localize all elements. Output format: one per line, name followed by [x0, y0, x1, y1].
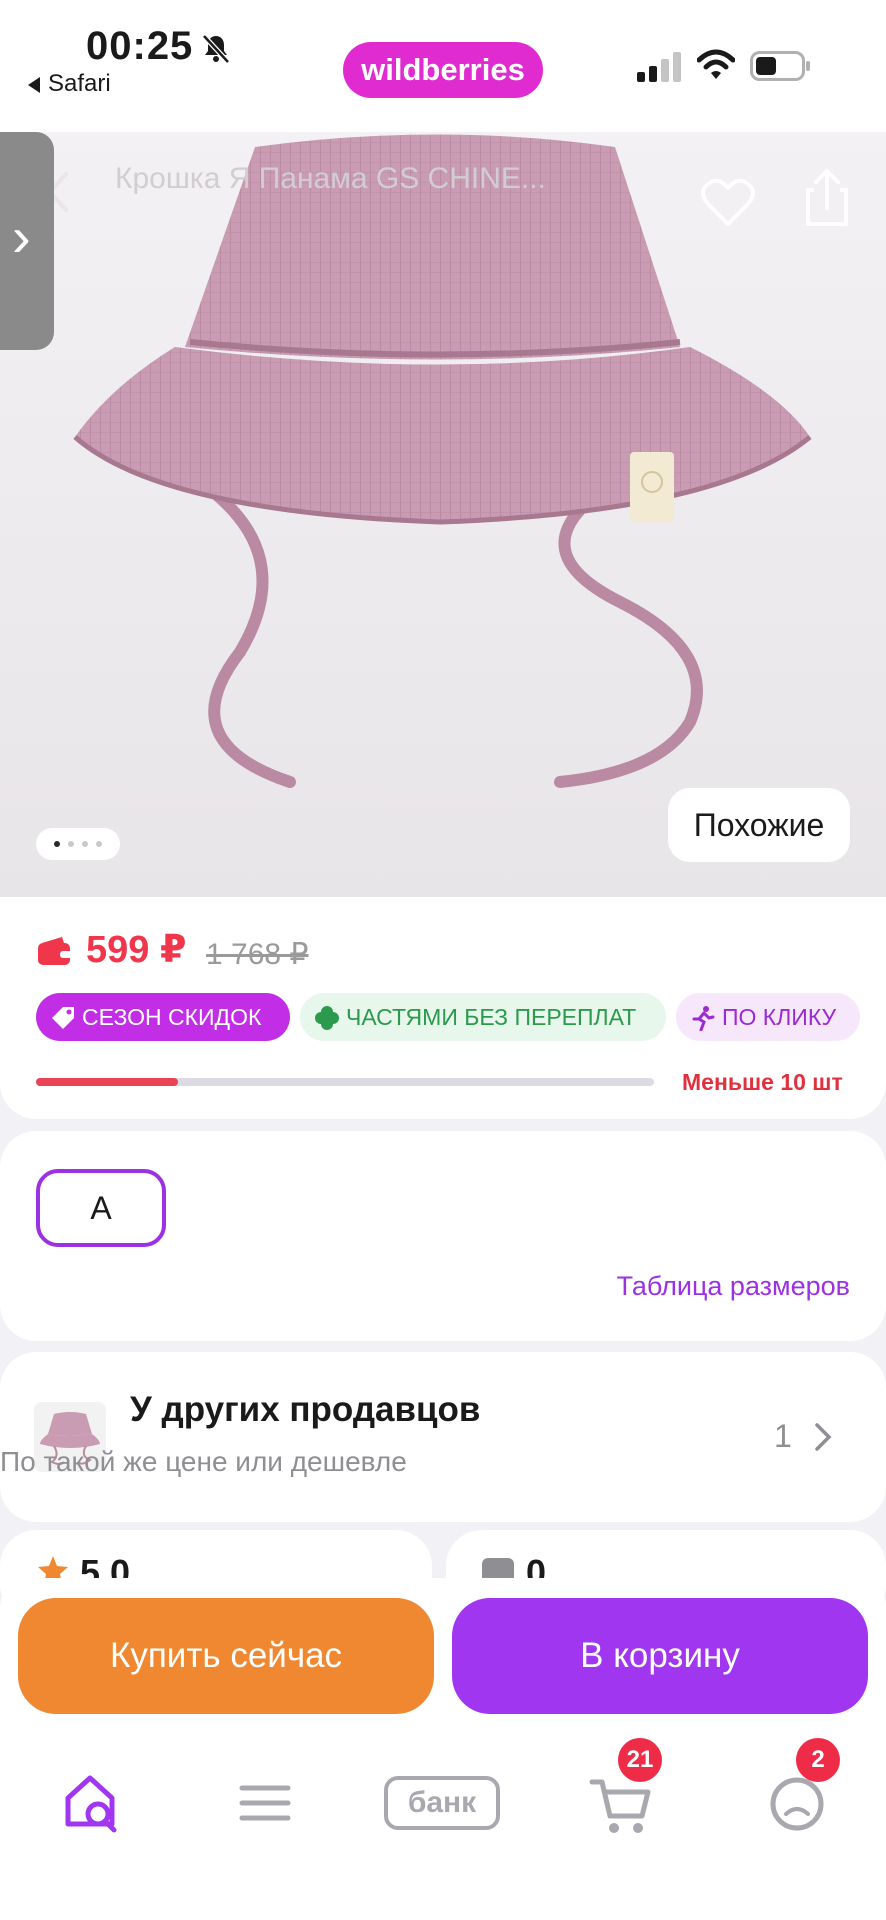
chevron-right-icon: › [12, 205, 31, 268]
product-title: Крошка Я Панама GS CHINE... [115, 162, 546, 195]
home-search-icon[interactable] [48, 1758, 138, 1848]
bank-nav-button[interactable]: банк [384, 1776, 500, 1830]
add-to-cart-button[interactable]: В корзину [452, 1598, 868, 1714]
pagination-dot [96, 841, 102, 847]
clock: 00:25 [86, 24, 194, 68]
pagination-dot-active [54, 841, 60, 847]
bottom-navigation: банк 21 2 [0, 1738, 886, 1878]
other-sellers-count: 1 [774, 1418, 792, 1454]
status-bar: 00:25 Safari wildberries [0, 0, 886, 132]
wifi-icon [697, 49, 735, 79]
pagination-dot [68, 841, 74, 847]
back-to-app-link[interactable]: Safari [28, 70, 111, 98]
price-card: 599 ₽ 1 768 ₽ СЕЗОН СКИДОК ЧАСТЯМИ БЕЗ П… [0, 897, 886, 1119]
chevron-right-icon [815, 1423, 832, 1451]
other-sellers-subtitle: По такой же цене или дешевле [0, 1446, 407, 1477]
cart-nav-button[interactable]: 21 [576, 1738, 666, 1848]
tag-icon [52, 1007, 74, 1029]
badge-label: СЕЗОН СКИДОК [82, 1004, 262, 1030]
side-panel-tab[interactable]: › [0, 132, 54, 350]
cellular-signal-icon [637, 52, 681, 82]
other-sellers-card[interactable]: У других продавцов По такой же цене или … [0, 1352, 886, 1522]
product-image-gallery[interactable]: › Крошка Я Панама GS CHINE... Похожие [0, 132, 886, 897]
profile-nav-button[interactable]: 2 [752, 1738, 842, 1848]
wallet-icon [38, 937, 72, 965]
back-app-label: Safari [48, 70, 111, 97]
clover-icon [315, 1006, 339, 1030]
pagination-dot [82, 841, 88, 847]
badge-label: ЧАСТЯМИ БЕЗ ПЕРЕПЛАТ [346, 1004, 637, 1030]
other-sellers-title: У других продавцов [130, 1390, 481, 1429]
running-person-icon [692, 1006, 715, 1031]
share-icon[interactable] [802, 168, 852, 228]
stock-label: Меньше 10 шт [682, 1069, 843, 1095]
badge-label: ПО КЛИКУ [722, 1004, 837, 1030]
size-table-link[interactable]: Таблица размеров [617, 1271, 850, 1302]
season-sale-badge[interactable]: СЕЗОН СКИДОК [36, 993, 290, 1041]
wildberries-logo[interactable]: wildberries [343, 42, 543, 98]
battery-icon [750, 51, 810, 81]
size-card: A Таблица размеров [0, 1131, 886, 1341]
catalog-menu-icon[interactable] [220, 1758, 310, 1848]
stock-progress-fill [36, 1078, 179, 1086]
product-photo [73, 134, 812, 788]
bottom-action-sheet: Купить сейчас В корзину банк 21 2 [0, 1578, 886, 1920]
bell-muted-icon [202, 34, 230, 64]
gallery-pagination-dots [36, 828, 120, 860]
buy-now-button[interactable]: Купить сейчас [18, 1598, 434, 1714]
profile-notification-badge: 2 [796, 1738, 840, 1782]
stock-progress-bar [36, 1078, 654, 1086]
current-price: 599 ₽ [86, 929, 187, 971]
favorite-heart-icon[interactable] [700, 176, 756, 228]
cart-count-badge: 21 [618, 1738, 662, 1782]
size-option[interactable]: A [36, 1169, 166, 1247]
back-arrow-icon [28, 76, 40, 93]
similar-button[interactable]: Похожие [668, 788, 850, 862]
one-click-badge[interactable]: ПО КЛИКУ [676, 993, 860, 1041]
old-price: 1 768 ₽ [206, 938, 309, 971]
installments-badge[interactable]: ЧАСТЯМИ БЕЗ ПЕРЕПЛАТ [300, 993, 666, 1041]
